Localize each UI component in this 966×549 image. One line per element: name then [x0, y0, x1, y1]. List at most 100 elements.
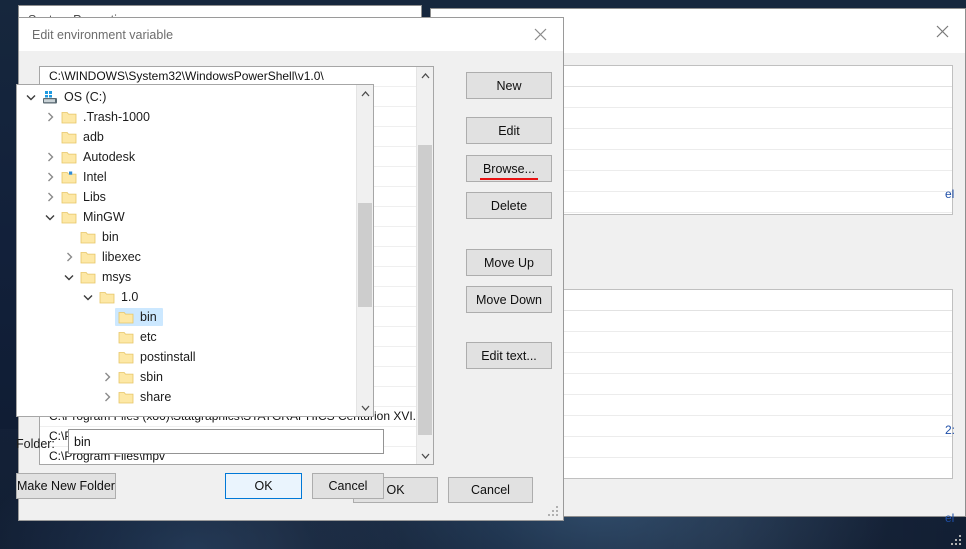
tree-item[interactable]: sbin: [17, 367, 356, 387]
tree-item[interactable]: OS (C:): [17, 87, 356, 107]
tree-item-label: sbin: [140, 370, 163, 384]
cancel-button[interactable]: Cancel: [448, 477, 533, 503]
tree-item-hit-area[interactable]: bin: [77, 228, 125, 246]
delete-button[interactable]: Delete: [466, 192, 552, 219]
edit-button-label: Edit: [498, 123, 520, 138]
tree-item-label: .Trash-1000: [83, 110, 150, 124]
background-text-fragment: el: [945, 511, 955, 525]
chevron-down-icon[interactable]: [61, 268, 77, 286]
folder-icon: [79, 269, 97, 285]
browse-ok-label: OK: [254, 479, 273, 493]
tree-item-hit-area[interactable]: libexec: [77, 248, 147, 266]
close-icon[interactable]: [517, 20, 563, 50]
chevron-down-icon[interactable]: [80, 288, 96, 306]
chevron-right-icon[interactable]: [99, 368, 115, 386]
chevron-right-icon[interactable]: [61, 248, 77, 266]
folder-icon: [60, 189, 78, 205]
browse-cancel-button[interactable]: Cancel: [312, 473, 384, 499]
tree-item-hit-area[interactable]: bin: [115, 308, 163, 326]
folder-icon: [60, 109, 78, 125]
chevron-down-icon[interactable]: [42, 208, 58, 226]
tree-item-hit-area[interactable]: OS (C:): [39, 88, 112, 106]
tree-item[interactable]: Autodesk: [17, 147, 356, 167]
folder-input[interactable]: [68, 429, 384, 454]
close-icon[interactable]: [919, 16, 965, 46]
folder-icon: [117, 329, 135, 345]
tree-item-label: Libs: [83, 190, 106, 204]
resize-grip[interactable]: [950, 534, 962, 546]
tree-item[interactable]: libexec: [17, 247, 356, 267]
make-new-folder-button[interactable]: Make New Folder: [16, 473, 116, 499]
tree-item-hit-area[interactable]: Libs: [58, 188, 112, 206]
path-list-scrollbar[interactable]: [416, 67, 433, 464]
chevron-up-icon[interactable]: [417, 67, 433, 84]
folder-icon: [79, 229, 97, 245]
tree-item-hit-area[interactable]: share: [115, 388, 177, 406]
tree-item-hit-area[interactable]: Autodesk: [58, 148, 141, 166]
tree-item[interactable]: share: [17, 387, 356, 407]
tree-item-hit-area[interactable]: postinstall: [115, 348, 202, 366]
chevron-right-icon[interactable]: [42, 168, 58, 186]
tree-item-label: OS (C:): [64, 90, 107, 104]
chevron-right-icon[interactable]: [42, 188, 58, 206]
browse-button[interactable]: Browse...: [466, 155, 552, 182]
tree-item[interactable]: Libs: [17, 187, 356, 207]
tree-item[interactable]: 1.0: [17, 287, 356, 307]
tree-item-hit-area[interactable]: 1.0: [96, 288, 144, 306]
edit-button[interactable]: Edit: [466, 117, 552, 144]
ok-button-label: OK: [386, 483, 405, 497]
chevron-down-icon[interactable]: [417, 447, 433, 464]
new-button[interactable]: New: [466, 72, 552, 99]
folder-special-icon: [60, 169, 78, 185]
edit-text-button[interactable]: Edit text...: [466, 342, 552, 369]
tree-item-hit-area[interactable]: adb: [58, 128, 110, 146]
move-up-button[interactable]: Move Up: [466, 249, 552, 276]
tree-item-label: Autodesk: [83, 150, 136, 164]
tree-item[interactable]: bin: [17, 227, 356, 247]
chevron-down-icon[interactable]: [357, 399, 373, 416]
browse-ok-button[interactable]: OK: [225, 473, 302, 499]
tree-item-label: Intel: [83, 170, 107, 184]
path-list-scroll-thumb[interactable]: [418, 145, 432, 435]
folder-icon: [60, 129, 78, 145]
tree-item-label: bin: [140, 310, 157, 324]
tree-item[interactable]: postinstall: [17, 347, 356, 367]
tree-item-hit-area[interactable]: msys: [77, 268, 137, 286]
folder-icon: [117, 309, 135, 325]
tree-item[interactable]: adb: [17, 127, 356, 147]
resize-grip[interactable]: [547, 505, 559, 517]
chevron-down-icon[interactable]: [23, 88, 39, 106]
screen: System Properties: [0, 0, 966, 549]
chevron-right-icon[interactable]: [99, 388, 115, 406]
tree-item-hit-area[interactable]: .Trash-1000: [58, 108, 156, 126]
tree-item-label: share: [140, 390, 172, 404]
folder-tree-scrollbar[interactable]: [356, 85, 373, 416]
move-down-button[interactable]: Move Down: [466, 286, 552, 313]
browse-cancel-label: Cancel: [328, 479, 368, 493]
folder-tree[interactable]: OS (C:) .Trash-1000 adb Autodesk Intel Libs Mi…: [16, 84, 374, 417]
tree-item[interactable]: Intel: [17, 167, 356, 187]
tree-item-hit-area[interactable]: etc: [115, 328, 163, 346]
folder-icon: [98, 289, 116, 305]
tree-item[interactable]: etc: [17, 327, 356, 347]
tree-item[interactable]: .Trash-1000: [17, 107, 356, 127]
background-text-fragment: 2:: [945, 423, 956, 437]
folder-tree-scroll-thumb[interactable]: [358, 203, 372, 307]
chevron-right-icon[interactable]: [42, 148, 58, 166]
chevron-up-icon[interactable]: [357, 85, 373, 102]
tree-item-label: etc: [140, 330, 157, 344]
tree-item[interactable]: MinGW: [17, 207, 356, 227]
edit-variable-title: Edit environment variable: [32, 27, 174, 42]
drive-icon: [41, 89, 59, 105]
tree-item-hit-area[interactable]: MinGW: [58, 208, 131, 226]
tree-item-label: MinGW: [83, 210, 125, 224]
tree-item[interactable]: bin: [17, 307, 356, 327]
tree-item-hit-area[interactable]: Intel: [58, 168, 113, 186]
folder-icon: [79, 249, 97, 265]
make-new-folder-label: Make New Folder: [17, 479, 115, 493]
tree-item-hit-area[interactable]: sbin: [115, 368, 169, 386]
browse-button-label: Browse...: [479, 162, 539, 180]
tree-item[interactable]: msys: [17, 267, 356, 287]
move-up-button-label: Move Up: [483, 255, 535, 270]
chevron-right-icon[interactable]: [42, 108, 58, 126]
